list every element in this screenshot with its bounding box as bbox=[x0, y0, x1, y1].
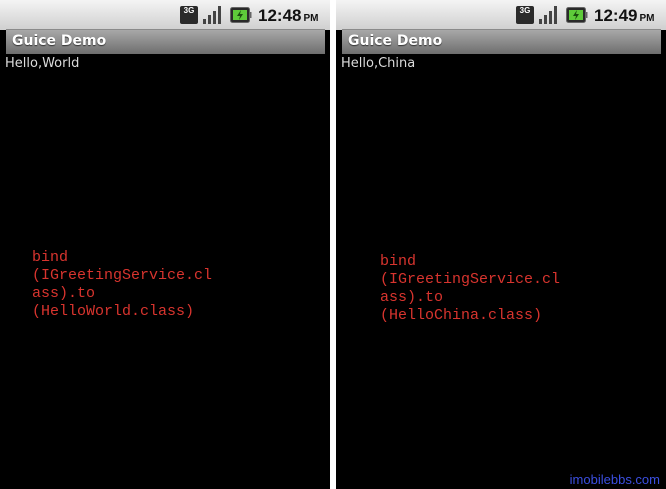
greeting-text: Hello,World bbox=[5, 56, 80, 71]
app-title-bar: Guice Demo bbox=[342, 29, 661, 54]
emulator-screen-right: 3G 12:49 PM Guice Demo Hello,China bind (… bbox=[336, 0, 666, 489]
status-clock: 12:49 PM bbox=[594, 6, 655, 25]
3g-network-icon: 3G bbox=[180, 6, 198, 24]
greeting-text: Hello,China bbox=[341, 56, 416, 71]
status-bar: 3G 12:49 PM bbox=[336, 0, 666, 30]
app-title: Guice Demo bbox=[12, 33, 107, 49]
status-clock: 12:48 PM bbox=[258, 6, 319, 25]
battery-charging-icon bbox=[566, 7, 588, 23]
watermark-text: imobilebbs.com bbox=[569, 472, 660, 487]
status-bar: 3G 12:48 PM bbox=[0, 0, 330, 30]
app-title-bar: Guice Demo bbox=[6, 29, 325, 54]
signal-strength-icon bbox=[203, 6, 221, 24]
binding-code-annotation: bind (IGreetingService.cl ass).to (Hello… bbox=[32, 249, 213, 320]
battery-charging-icon bbox=[230, 7, 252, 23]
3g-network-icon: 3G bbox=[516, 6, 534, 24]
binding-code-annotation: bind (IGreetingService.cl ass).to (Hello… bbox=[380, 253, 561, 324]
app-title: Guice Demo bbox=[348, 33, 443, 49]
signal-strength-icon bbox=[539, 6, 557, 24]
emulator-screen-left: 3G 12:48 PM Guice Demo Hello,World bind (… bbox=[0, 0, 330, 489]
